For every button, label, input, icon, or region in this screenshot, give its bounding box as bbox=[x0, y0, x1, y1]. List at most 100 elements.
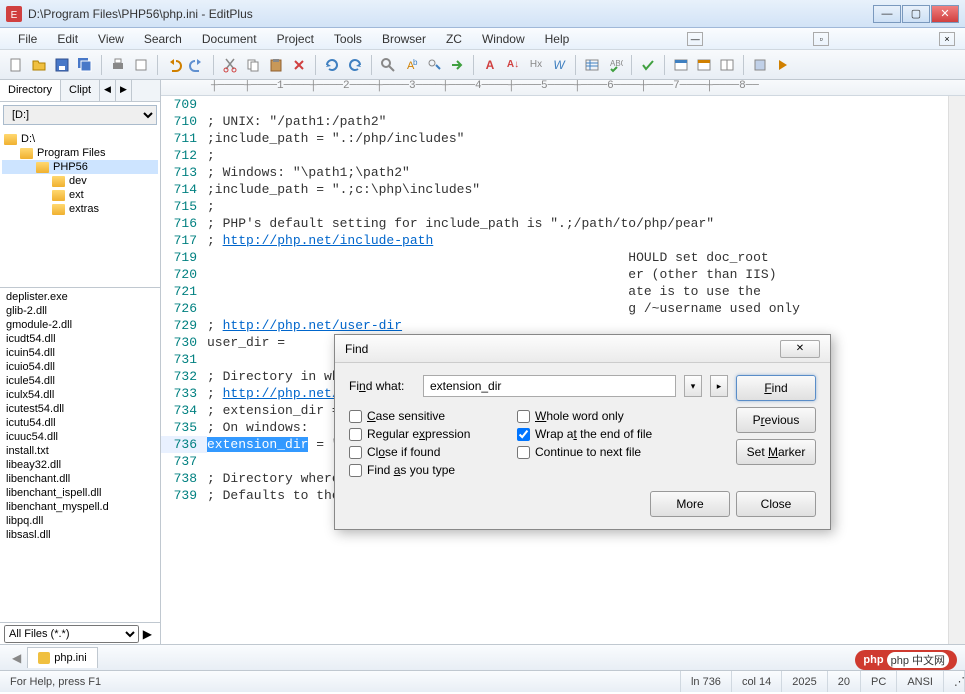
check-wrap[interactable]: Wrap at the end of file bbox=[517, 427, 697, 441]
replace-icon[interactable]: Ab bbox=[401, 55, 421, 75]
code-line[interactable]: 726 g /~username used only bbox=[161, 300, 948, 317]
undo-icon[interactable] bbox=[164, 55, 184, 75]
undo2-icon[interactable] bbox=[322, 55, 342, 75]
file-item[interactable]: libpq.dll bbox=[2, 514, 158, 528]
set-marker-button[interactable]: Set Marker bbox=[736, 439, 816, 465]
delete-icon[interactable] bbox=[289, 55, 309, 75]
save-icon[interactable] bbox=[52, 55, 72, 75]
menu-document[interactable]: Document bbox=[192, 29, 267, 49]
save-all-icon[interactable] bbox=[75, 55, 95, 75]
code-line[interactable]: 712; bbox=[161, 147, 948, 164]
menu-help[interactable]: Help bbox=[535, 29, 580, 49]
minimize-button[interactable]: — bbox=[873, 5, 901, 23]
file-item[interactable]: libeay32.dll bbox=[2, 458, 158, 472]
file-item[interactable]: icuio54.dll bbox=[2, 360, 158, 374]
font-a2-icon[interactable]: A↓ bbox=[503, 55, 523, 75]
folder-tree[interactable]: D:\Program FilesPHP56devextextras bbox=[0, 128, 160, 288]
code-line[interactable]: 719 HOULD set doc_root bbox=[161, 249, 948, 266]
menu-edit[interactable]: Edit bbox=[47, 29, 88, 49]
find-next-icon[interactable] bbox=[424, 55, 444, 75]
file-item[interactable]: libenchant_ispell.dll bbox=[2, 486, 158, 500]
tool1-icon[interactable] bbox=[750, 55, 770, 75]
file-item[interactable]: install.txt bbox=[2, 444, 158, 458]
mdi-close-button[interactable]: × bbox=[939, 32, 955, 46]
tree-item[interactable]: dev bbox=[2, 174, 158, 188]
file-item[interactable]: iculx54.dll bbox=[2, 388, 158, 402]
code-line[interactable]: 715; bbox=[161, 198, 948, 215]
file-item[interactable]: icudt54.dll bbox=[2, 332, 158, 346]
code-line[interactable]: 717; http://php.net/include-path bbox=[161, 232, 948, 249]
file-item[interactable]: libsasl.dll bbox=[2, 528, 158, 542]
paste-icon[interactable] bbox=[266, 55, 286, 75]
check-find-as-type[interactable]: Find as you type bbox=[349, 463, 509, 477]
tree-item[interactable]: ext bbox=[2, 188, 158, 202]
open-file-icon[interactable] bbox=[29, 55, 49, 75]
mdi-restore-button[interactable]: ▫ bbox=[813, 32, 829, 46]
file-item[interactable]: libenchant_myspell.d bbox=[2, 500, 158, 514]
code-line[interactable]: 710; UNIX: "/path1:/path2" bbox=[161, 113, 948, 130]
tree-item[interactable]: PHP56 bbox=[2, 160, 158, 174]
menu-view[interactable]: View bbox=[88, 29, 134, 49]
tab-directory[interactable]: Directory bbox=[0, 80, 61, 101]
hex-icon[interactable]: Hx bbox=[526, 55, 546, 75]
previous-button[interactable]: Previous bbox=[736, 407, 816, 433]
close-button[interactable]: ✕ bbox=[931, 5, 959, 23]
copy-icon[interactable] bbox=[243, 55, 263, 75]
new-file-icon[interactable] bbox=[6, 55, 26, 75]
tree-item[interactable]: extras bbox=[2, 202, 158, 216]
menu-window[interactable]: Window bbox=[472, 29, 535, 49]
file-item[interactable]: glib-2.dll bbox=[2, 304, 158, 318]
redo-icon[interactable] bbox=[187, 55, 207, 75]
file-filter[interactable]: All Files (*.*) bbox=[4, 625, 139, 643]
tree-item[interactable]: Program Files bbox=[2, 146, 158, 160]
menu-project[interactable]: Project bbox=[267, 29, 324, 49]
mdi-minimize-button[interactable]: — bbox=[687, 32, 703, 46]
menu-search[interactable]: Search bbox=[134, 29, 192, 49]
menu-zc[interactable]: ZC bbox=[436, 29, 472, 49]
filetab-phpini[interactable]: php.ini bbox=[27, 647, 97, 668]
column-icon[interactable] bbox=[582, 55, 602, 75]
tree-item[interactable]: D:\ bbox=[2, 132, 158, 146]
split-icon[interactable] bbox=[717, 55, 737, 75]
code-line[interactable]: 716; PHP's default setting for include_p… bbox=[161, 215, 948, 232]
file-item[interactable]: deplister.exe bbox=[2, 290, 158, 304]
tab-scroll-right[interactable]: ▶ bbox=[116, 80, 132, 101]
code-line[interactable]: 720 er (other than IIS) bbox=[161, 266, 948, 283]
menu-browser[interactable]: Browser bbox=[372, 29, 436, 49]
check-whole-word[interactable]: Whole word only bbox=[517, 409, 697, 423]
drive-select[interactable]: [D:] bbox=[3, 105, 157, 125]
tab-scroll-left[interactable]: ◀ bbox=[100, 80, 116, 101]
file-item[interactable]: icuuc54.dll bbox=[2, 430, 158, 444]
filetab-scroll-left[interactable]: ◀ bbox=[6, 651, 27, 665]
file-item[interactable]: icutest54.dll bbox=[2, 402, 158, 416]
spell-icon[interactable]: ABC bbox=[605, 55, 625, 75]
redo2-icon[interactable] bbox=[345, 55, 365, 75]
code-line[interactable]: 729; http://php.net/user-dir bbox=[161, 317, 948, 334]
maximize-button[interactable]: ▢ bbox=[902, 5, 930, 23]
close-dialog-button[interactable]: Close bbox=[736, 491, 816, 517]
run-icon[interactable] bbox=[773, 55, 793, 75]
more-button[interactable]: More bbox=[650, 491, 730, 517]
dialog-close-button[interactable]: ✕ bbox=[780, 340, 820, 358]
find-button[interactable]: Find bbox=[736, 375, 816, 401]
font-a-icon[interactable]: A bbox=[480, 55, 500, 75]
code-line[interactable]: 714;include_path = ".;c:\php\includes" bbox=[161, 181, 948, 198]
file-item[interactable]: icutu54.dll bbox=[2, 416, 158, 430]
goto-icon[interactable] bbox=[447, 55, 467, 75]
file-item[interactable]: icule54.dll bbox=[2, 374, 158, 388]
check-regex[interactable]: Regular expression bbox=[349, 427, 509, 441]
check-close-if-found[interactable]: Close if found bbox=[349, 445, 509, 459]
check-case-sensitive[interactable]: Case sensitive bbox=[349, 409, 509, 423]
code-line[interactable]: 709 bbox=[161, 96, 948, 113]
print-icon[interactable] bbox=[108, 55, 128, 75]
file-item[interactable]: libenchant.dll bbox=[2, 472, 158, 486]
findwhat-input[interactable] bbox=[423, 375, 676, 397]
tab-cliptext[interactable]: Clipt bbox=[61, 80, 100, 101]
cut-icon[interactable] bbox=[220, 55, 240, 75]
vertical-scrollbar[interactable] bbox=[948, 96, 965, 644]
code-line[interactable]: 711;include_path = ".:/php/includes" bbox=[161, 130, 948, 147]
browser2-icon[interactable] bbox=[694, 55, 714, 75]
check-icon[interactable] bbox=[638, 55, 658, 75]
browser-icon[interactable] bbox=[671, 55, 691, 75]
wordwrap-icon[interactable]: W bbox=[549, 55, 569, 75]
